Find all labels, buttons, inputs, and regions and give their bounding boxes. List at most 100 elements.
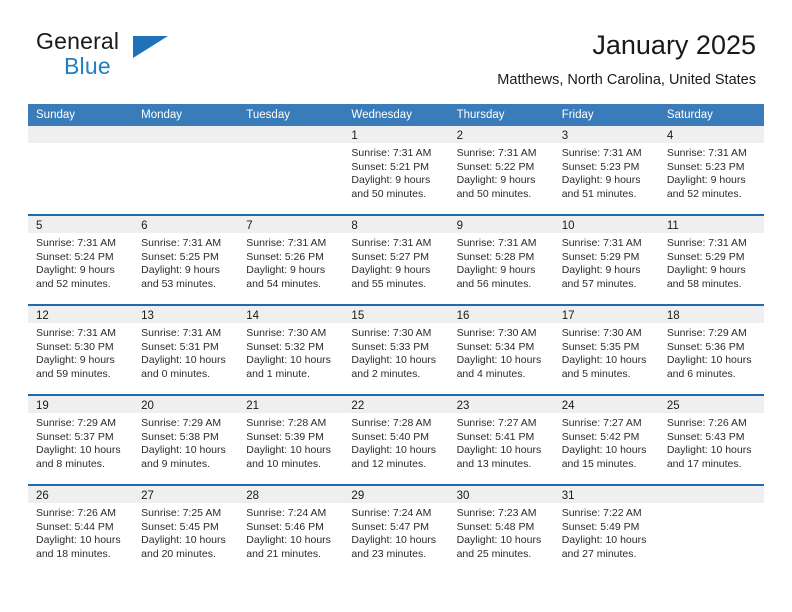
day-number: 29 <box>351 490 365 502</box>
day-number-band: 22 <box>343 396 449 413</box>
day-cell-6[interactable]: 6 Sunrise: 7:31 AM Sunset: 5:25 PM Daylight… <box>133 216 239 304</box>
day-info: Sunrise: 7:23 AM Sunset: 5:48 PM Daylight:… <box>449 503 554 561</box>
day-cell-25[interactable]: 25 Sunrise: 7:26 AM Sunset: 5:43 PM Dayligh… <box>658 396 764 484</box>
sunset-text: Sunset: 5:28 PM <box>456 250 535 263</box>
day-number-band: 16 <box>448 306 554 323</box>
day-cell-3[interactable]: 3 Sunrise: 7:31 AM Sunset: 5:23 PM Daylight… <box>553 126 659 214</box>
sunrise-text: Sunrise: 7:31 AM <box>456 147 537 159</box>
day-cell-27[interactable]: 27 Sunrise: 7:25 AM Sunset: 5:45 PM Dayligh… <box>133 486 239 574</box>
day-info: Sunrise: 7:31 AM Sunset: 5:25 PM Daylight:… <box>133 233 238 291</box>
day-number-band: 10 <box>553 216 659 233</box>
day-number-band: 29 <box>343 486 449 503</box>
day-number-band: 14 <box>238 306 344 323</box>
daylight-text: Daylight: 10 hours and 17 minutes. <box>666 444 752 470</box>
location-subtitle: Matthews, North Carolina, United States <box>497 72 756 88</box>
page-header: General Blue January 2025 Matthews, Nort… <box>36 28 756 98</box>
calendar-weeks: 1 Sunrise: 7:31 AM Sunset: 5:21 PM Daylight… <box>28 126 764 574</box>
sunrise-text: Sunrise: 7:25 AM <box>141 507 222 519</box>
calendar-page: General Blue January 2025 Matthews, Nort… <box>0 0 792 612</box>
daylight-text: Daylight: 10 hours and 18 minutes. <box>36 534 121 560</box>
day-info: Sunrise: 7:31 AM Sunset: 5:30 PM Daylight:… <box>28 323 133 381</box>
sunset-text: Sunset: 5:42 PM <box>561 430 640 443</box>
day-cell-9[interactable]: 9 Sunrise: 7:31 AM Sunset: 5:28 PM Daylight… <box>448 216 554 304</box>
day-cell-4[interactable]: 4 Sunrise: 7:31 AM Sunset: 5:23 PM Daylight… <box>658 126 764 214</box>
sunset-text: Sunset: 5:45 PM <box>141 520 219 533</box>
sunrise-text: Sunrise: 7:29 AM <box>36 417 116 429</box>
day-cell-26[interactable]: 26 Sunrise: 7:26 AM Sunset: 5:44 PM Dayligh… <box>28 486 134 574</box>
sunset-text: Sunset: 5:44 PM <box>36 520 114 533</box>
day-cell-empty <box>133 126 239 214</box>
day-cell-17[interactable]: 17 Sunrise: 7:30 AM Sunset: 5:35 PM Dayligh… <box>553 306 659 394</box>
day-cell-30[interactable]: 30 Sunrise: 7:23 AM Sunset: 5:48 PM Dayligh… <box>448 486 554 574</box>
day-cell-15[interactable]: 15 Sunrise: 7:30 AM Sunset: 5:33 PM Dayligh… <box>343 306 449 394</box>
day-cell-22[interactable]: 22 Sunrise: 7:28 AM Sunset: 5:40 PM Dayligh… <box>343 396 449 484</box>
day-number: 15 <box>351 310 365 322</box>
day-cell-7[interactable]: 7 Sunrise: 7:31 AM Sunset: 5:26 PM Daylight… <box>238 216 344 304</box>
sunset-text: Sunset: 5:46 PM <box>246 520 324 533</box>
daylight-text: Daylight: 10 hours and 27 minutes. <box>561 534 647 560</box>
weekday-header-tuesday: Tuesday <box>246 109 290 121</box>
day-cell-31[interactable]: 31 Sunrise: 7:22 AM Sunset: 5:49 PM Dayligh… <box>553 486 659 574</box>
daylight-text: Daylight: 10 hours and 20 minutes. <box>141 534 226 560</box>
day-number: 28 <box>246 490 260 502</box>
day-info: Sunrise: 7:31 AM Sunset: 5:23 PM Daylight:… <box>659 143 764 201</box>
day-number: 13 <box>141 310 154 322</box>
day-cell-28[interactable]: 28 Sunrise: 7:24 AM Sunset: 5:46 PM Dayligh… <box>238 486 344 574</box>
sunrise-text: Sunrise: 7:31 AM <box>666 237 747 249</box>
day-number-band: 9 <box>448 216 554 233</box>
day-cell-18[interactable]: 18 Sunrise: 7:29 AM Sunset: 5:36 PM Dayligh… <box>658 306 764 394</box>
weekday-header-monday: Monday <box>141 109 183 121</box>
day-cell-14[interactable]: 14 Sunrise: 7:30 AM Sunset: 5:32 PM Dayligh… <box>238 306 344 394</box>
day-number-band: 13 <box>133 306 239 323</box>
day-number: 22 <box>351 400 365 412</box>
sunrise-text: Sunrise: 7:31 AM <box>561 237 642 249</box>
day-cell-12[interactable]: 12 Sunrise: 7:31 AM Sunset: 5:30 PM Dayligh… <box>28 306 134 394</box>
day-number: 23 <box>456 400 470 412</box>
day-cell-8[interactable]: 8 Sunrise: 7:31 AM Sunset: 5:27 PM Daylight… <box>343 216 449 304</box>
day-cell-5[interactable]: 5 Sunrise: 7:31 AM Sunset: 5:24 PM Daylight… <box>28 216 134 304</box>
day-info: Sunrise: 7:26 AM Sunset: 5:43 PM Daylight:… <box>659 413 764 471</box>
day-number: 25 <box>666 400 680 412</box>
sunrise-text: Sunrise: 7:26 AM <box>666 417 747 429</box>
day-cell-29[interactable]: 29 Sunrise: 7:24 AM Sunset: 5:47 PM Dayligh… <box>343 486 449 574</box>
daylight-text: Daylight: 10 hours and 0 minutes. <box>141 354 226 380</box>
day-number-band: 5 <box>28 216 134 233</box>
daylight-text: Daylight: 10 hours and 9 minutes. <box>141 444 226 470</box>
day-cell-11[interactable]: 11 Sunrise: 7:31 AM Sunset: 5:29 PM Dayligh… <box>658 216 764 304</box>
day-cell-13[interactable]: 13 Sunrise: 7:31 AM Sunset: 5:31 PM Dayligh… <box>133 306 239 394</box>
daylight-text: Daylight: 9 hours and 52 minutes. <box>36 264 115 290</box>
weekday-header-friday: Friday <box>561 109 594 121</box>
day-cell-19[interactable]: 19 Sunrise: 7:29 AM Sunset: 5:37 PM Dayligh… <box>28 396 134 484</box>
day-info: Sunrise: 7:24 AM Sunset: 5:46 PM Daylight:… <box>238 503 343 561</box>
daylight-text: Daylight: 10 hours and 13 minutes. <box>456 444 542 470</box>
general-blue-logo[interactable]: General Blue <box>36 28 276 90</box>
sunset-text: Sunset: 5:48 PM <box>456 520 535 533</box>
day-number: 2 <box>456 130 463 142</box>
day-number: 31 <box>561 490 575 502</box>
day-cell-21[interactable]: 21 Sunrise: 7:28 AM Sunset: 5:39 PM Dayligh… <box>238 396 344 484</box>
sunset-text: Sunset: 5:40 PM <box>351 430 430 443</box>
sunset-text: Sunset: 5:35 PM <box>561 340 640 353</box>
day-cell-1[interactable]: 1 Sunrise: 7:31 AM Sunset: 5:21 PM Daylight… <box>343 126 449 214</box>
day-cell-20[interactable]: 20 Sunrise: 7:29 AM Sunset: 5:38 PM Dayligh… <box>133 396 239 484</box>
sunrise-text: Sunrise: 7:27 AM <box>456 417 537 429</box>
day-cell-24[interactable]: 24 Sunrise: 7:27 AM Sunset: 5:42 PM Dayligh… <box>553 396 659 484</box>
day-cell-10[interactable]: 10 Sunrise: 7:31 AM Sunset: 5:29 PM Dayligh… <box>553 216 659 304</box>
day-cell-16[interactable]: 16 Sunrise: 7:30 AM Sunset: 5:34 PM Dayligh… <box>448 306 554 394</box>
daylight-text: Daylight: 9 hours and 54 minutes. <box>246 264 326 290</box>
day-cell-2[interactable]: 2 Sunrise: 7:31 AM Sunset: 5:22 PM Daylight… <box>448 126 554 214</box>
sunrise-text: Sunrise: 7:31 AM <box>36 237 116 249</box>
day-number: 4 <box>666 130 674 142</box>
day-info: Sunrise: 7:30 AM Sunset: 5:32 PM Daylight:… <box>238 323 343 381</box>
day-info: Sunrise: 7:26 AM Sunset: 5:44 PM Daylight:… <box>28 503 133 561</box>
day-number: 7 <box>246 220 253 232</box>
daylight-text: Daylight: 9 hours and 53 minutes. <box>141 264 220 290</box>
sunrise-text: Sunrise: 7:30 AM <box>351 327 432 339</box>
day-number-band: 31 <box>553 486 659 503</box>
day-info: Sunrise: 7:29 AM Sunset: 5:38 PM Daylight:… <box>133 413 238 471</box>
daylight-text: Daylight: 10 hours and 1 minute. <box>246 354 331 380</box>
day-info: Sunrise: 7:25 AM Sunset: 5:45 PM Daylight:… <box>133 503 238 561</box>
sunset-text: Sunset: 5:23 PM <box>561 160 640 173</box>
day-cell-23[interactable]: 23 Sunrise: 7:27 AM Sunset: 5:41 PM Dayligh… <box>448 396 554 484</box>
day-cell-empty <box>658 486 764 574</box>
